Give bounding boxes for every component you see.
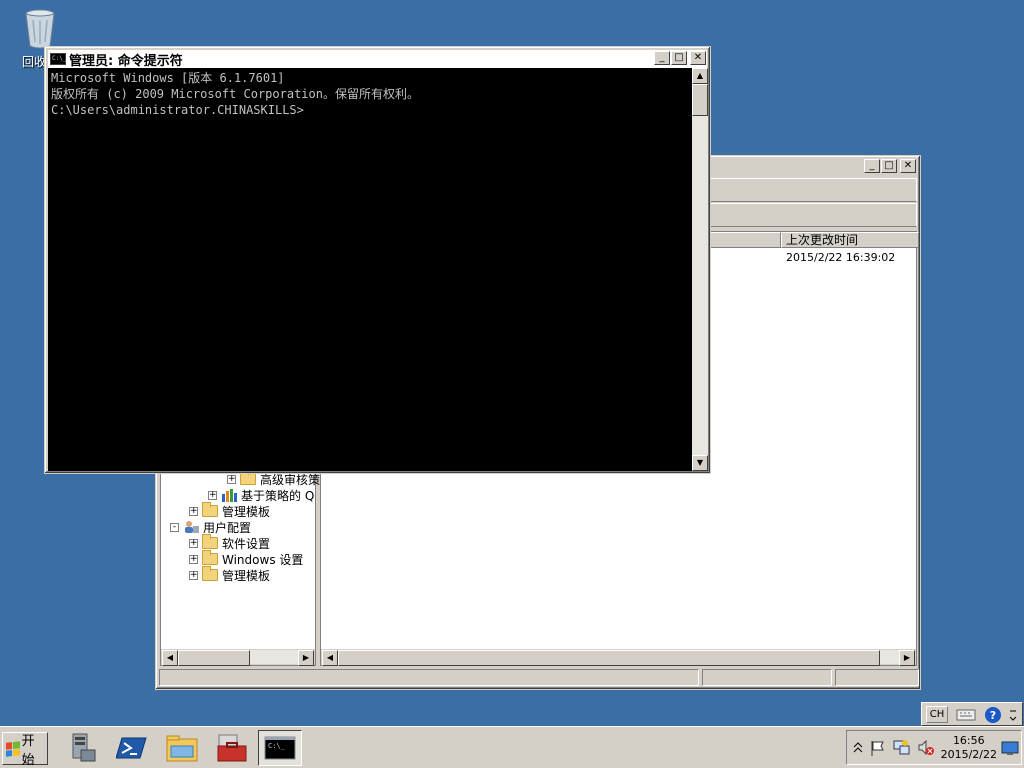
svg-text:?: ?	[990, 709, 996, 722]
tree-expander[interactable]: +	[189, 506, 198, 516]
tree-item-user-config[interactable]: - 用户配置	[170, 519, 251, 535]
tree-item-label: 用户配置	[203, 520, 252, 535]
tree-item-admin-templates-user[interactable]: + 管理模板	[189, 566, 271, 583]
console-prompt-line[interactable]: C:\Users\administrator.CHINASKILLS>	[51, 102, 692, 118]
recycle-bin-icon	[25, 9, 55, 49]
cmd-minimize-button[interactable]: _	[654, 51, 670, 65]
tree-item-label: 基于策略的 Q	[241, 488, 315, 503]
chart-icon	[222, 489, 237, 502]
mmc-maximize-button[interactable]: □	[881, 159, 897, 173]
system-tray: 16:56 2015/2/22	[846, 730, 1022, 765]
folder-icon	[240, 470, 256, 485]
taskbar-server-manager[interactable]	[60, 730, 104, 766]
help-icon[interactable]: ?	[984, 706, 1002, 724]
console-line: Microsoft Windows [版本 6.1.7601]	[51, 71, 285, 85]
cmd-titlebar[interactable]: C:\_ 管理员: 命令提示符	[48, 50, 707, 69]
tree-item-policy-qos[interactable]: + 基于策略的 Q	[208, 487, 314, 503]
cmd-taskbar-icon: C:\_	[264, 736, 296, 760]
scroll-thumb[interactable]	[338, 650, 880, 666]
scroll-thumb[interactable]	[692, 84, 708, 116]
tree-item-label: 软件设置	[222, 536, 271, 551]
clock-time: 16:56	[952, 734, 985, 747]
tree-expander[interactable]: +	[189, 570, 198, 580]
column-header-last-modified[interactable]: 上次更改时间	[781, 232, 919, 248]
tree-expander[interactable]: -	[170, 522, 179, 532]
mmc-close-button[interactable]: ✕	[900, 159, 916, 173]
mmc-window-controls: _ □ ✕	[864, 159, 916, 173]
console-line: 版权所有 (c) 2009 Microsoft Corporation。保留所有…	[51, 87, 419, 101]
folder-icon	[202, 534, 218, 549]
action-center-flag-icon[interactable]	[869, 739, 887, 757]
scroll-right-arrow-icon[interactable]: ▶	[298, 650, 314, 666]
status-pane	[702, 669, 832, 686]
folder-icon	[202, 566, 218, 581]
tree-item-admin-templates[interactable]: + 管理模板	[189, 502, 271, 519]
taskbar: 开始 C:\_ 16:56 2015/2/22	[0, 726, 1024, 768]
row-last-modified-value: 2015/2/22 16:39:02	[786, 251, 896, 264]
tree-item-software-settings[interactable]: + 软件设置	[189, 534, 271, 551]
scroll-down-arrow-icon[interactable]: ▼	[692, 455, 708, 471]
folder-icon	[202, 502, 218, 517]
clock-date: 2015/2/22	[940, 748, 997, 761]
folder-icon	[202, 550, 218, 565]
status-pane	[159, 669, 699, 686]
cmd-close-button[interactable]: ✕	[690, 51, 706, 65]
network-icon[interactable]	[893, 739, 911, 757]
cmd-maximize-button[interactable]: □	[671, 51, 687, 65]
scroll-thumb[interactable]	[178, 650, 250, 666]
taskbar-command-prompt[interactable]: C:\_	[258, 730, 302, 766]
tree-expander[interactable]: +	[208, 490, 217, 500]
cmd-vertical-scrollbar[interactable]: ▲ ▼	[692, 68, 708, 471]
status-pane	[835, 669, 919, 686]
details-horizontal-scrollbar[interactable]: ◀ ▶	[321, 649, 916, 666]
show-hidden-icons-icon[interactable]	[853, 741, 863, 755]
mmc-minimize-button[interactable]: _	[864, 159, 880, 173]
server-manager-icon	[72, 733, 96, 762]
cmd-icon[interactable]: C:\_	[50, 53, 66, 65]
tree-expander[interactable]: +	[189, 538, 198, 548]
tree-item-label: 管理模板	[222, 504, 271, 519]
language-indicator[interactable]: CH	[926, 706, 948, 723]
tree-item-label: Windows 设置	[222, 552, 304, 567]
mmc-status-bar	[159, 667, 919, 687]
taskbar-toolbox[interactable]	[210, 730, 254, 766]
cmd-console-output[interactable]: Microsoft Windows [版本 6.1.7601] 版权所有 (c) …	[48, 68, 692, 471]
powershell-icon	[116, 737, 147, 759]
start-label: 开始	[21, 733, 35, 768]
svg-text:C:\_: C:\_	[268, 742, 286, 750]
langbar-options-icon[interactable]	[1008, 708, 1018, 722]
scroll-up-arrow-icon[interactable]: ▲	[692, 68, 708, 84]
tree-item-label: 管理模板	[222, 568, 271, 583]
mmc-tree-pane[interactable]: + 高级审核策 + 基于策略的 Q + 管理模板 - 用户配置 + 软件设置 +…	[160, 456, 320, 666]
scroll-right-arrow-icon[interactable]: ▶	[899, 650, 915, 666]
users-icon	[185, 521, 199, 533]
tree-expander[interactable]: +	[189, 554, 198, 564]
tree-item-windows-settings[interactable]: + Windows 设置	[189, 550, 304, 567]
cmd-window-title: 管理员: 命令提示符	[69, 53, 183, 69]
volume-muted-icon[interactable]	[917, 739, 935, 757]
windows-logo-icon	[6, 740, 20, 757]
keyboard-icon[interactable]	[956, 707, 976, 722]
cmd-window-controls: _ □ ✕	[654, 51, 706, 65]
tree-expander[interactable]: +	[227, 474, 236, 484]
scroll-left-arrow-icon[interactable]: ◀	[162, 650, 178, 666]
clock[interactable]: 16:56 2015/2/22	[941, 734, 997, 762]
language-bar[interactable]: CH ?	[921, 702, 1023, 726]
taskbar-powershell[interactable]	[110, 730, 154, 766]
scroll-left-arrow-icon[interactable]: ◀	[322, 650, 338, 666]
command-prompt-window[interactable]: C:\_ 管理员: 命令提示符 _ □ ✕ Microsoft Windows …	[44, 46, 711, 474]
explorer-icon	[166, 735, 198, 762]
show-desktop-icon[interactable]	[1001, 740, 1019, 756]
tree-horizontal-scrollbar[interactable]: ◀ ▶	[161, 649, 315, 666]
taskbar-explorer[interactable]	[160, 730, 204, 766]
start-button[interactable]: 开始	[2, 732, 48, 768]
toolbox-icon	[217, 734, 247, 762]
